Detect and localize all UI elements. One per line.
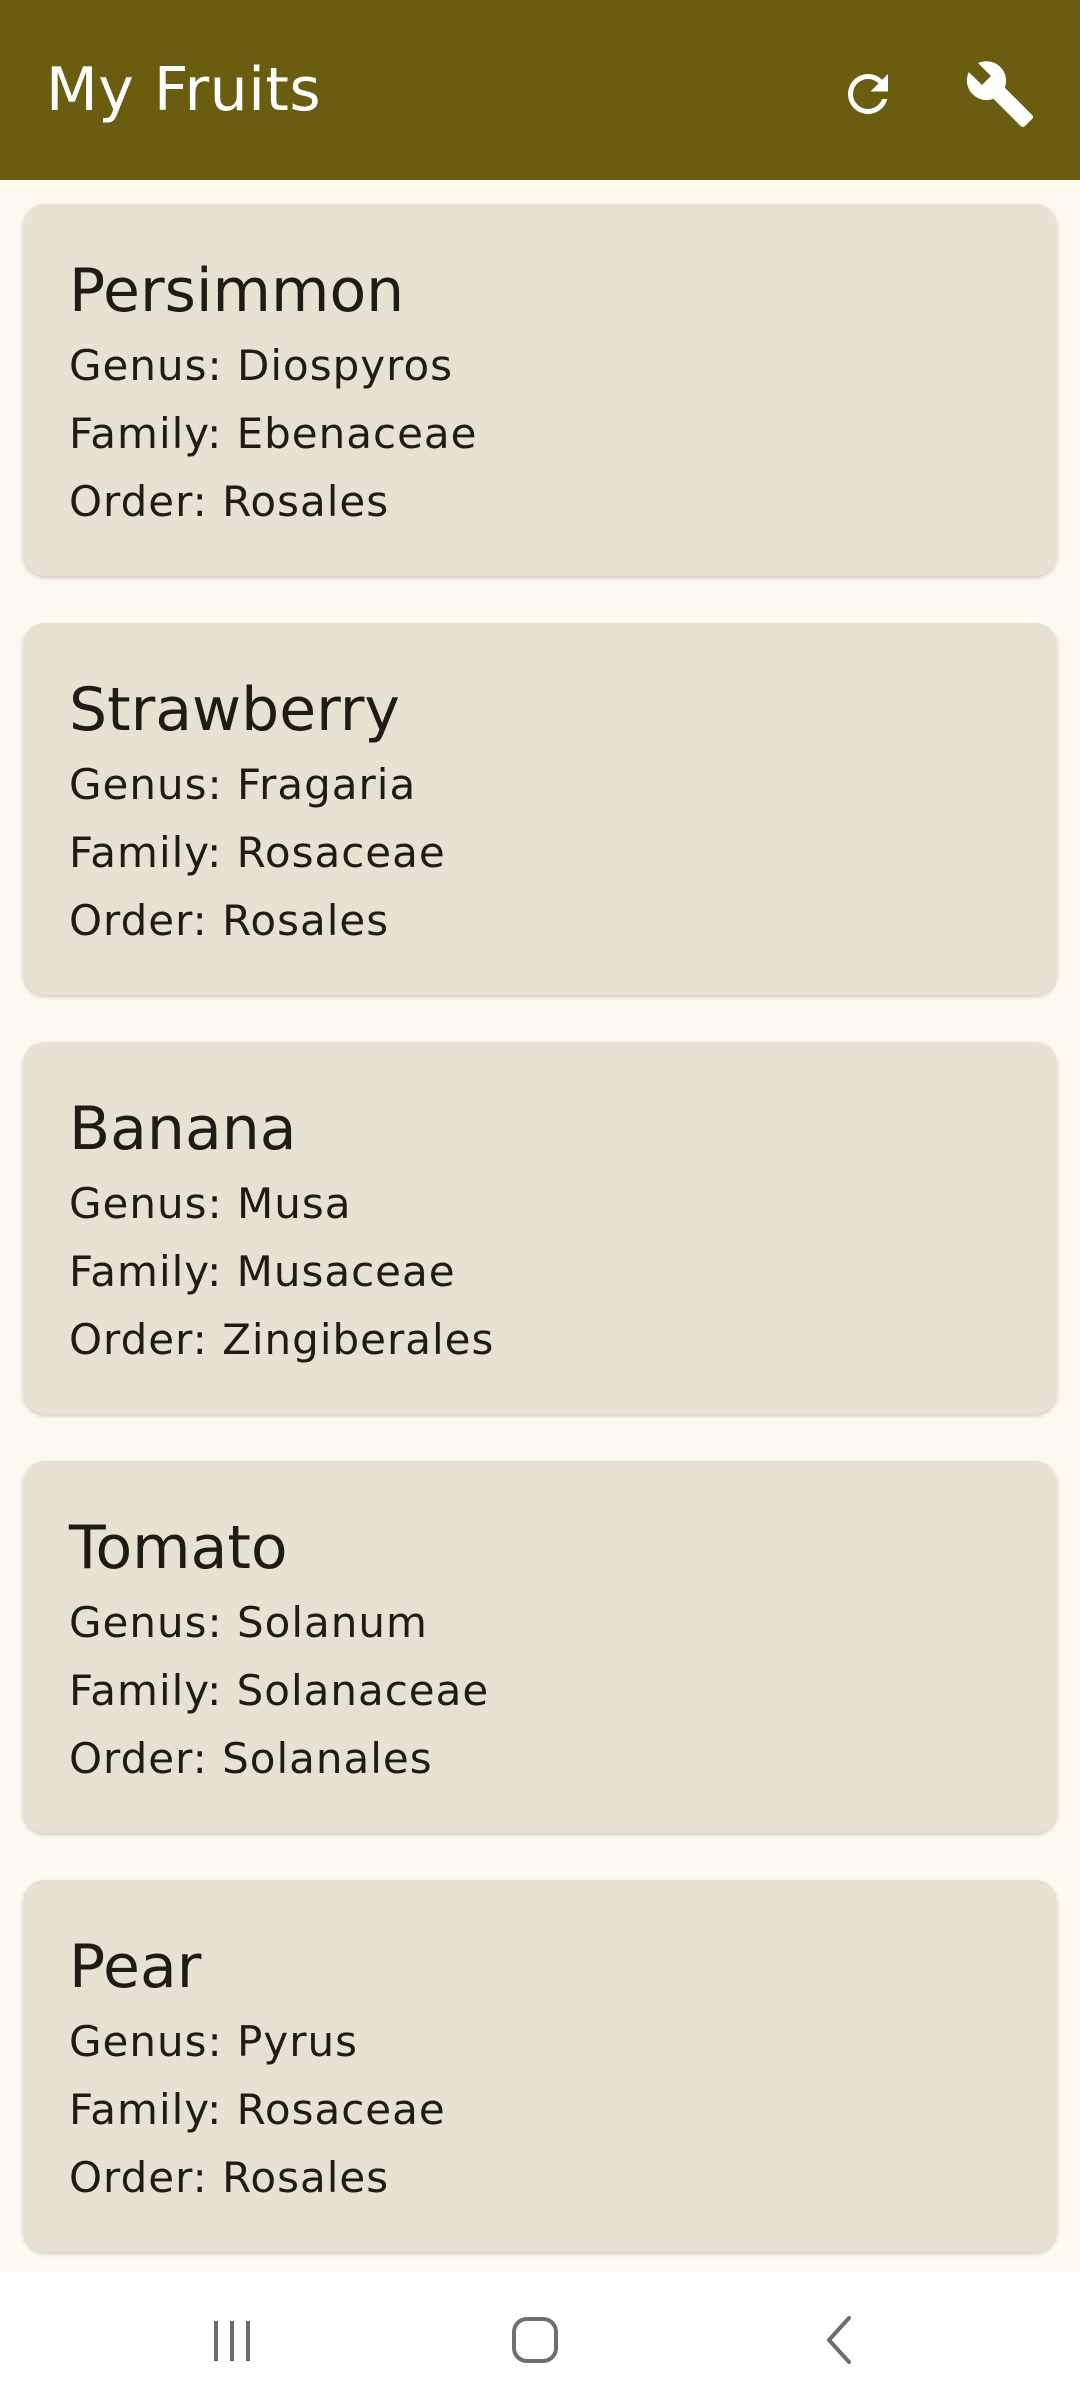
fruit-card-tomato[interactable]: Tomato Genus: Solanum Family: Solanaceae…: [23, 1461, 1057, 1833]
fruit-order: Order: Solanales: [69, 1734, 433, 1783]
fruit-order: Order: Rosales: [69, 477, 390, 526]
fruit-card-pear[interactable]: Pear Genus: Pyrus Family: Rosaceae Order…: [23, 1880, 1057, 2252]
back-button[interactable]: [779, 2292, 899, 2388]
fruit-genus: Genus: Diospyros: [69, 341, 454, 390]
fruit-card-banana[interactable]: Banana Genus: Musa Family: Musaceae Orde…: [23, 1042, 1057, 1414]
settings-button[interactable]: [952, 46, 1048, 142]
system-navigation-bar: [0, 2272, 1080, 2408]
fruit-genus: Genus: Musa: [69, 1179, 352, 1228]
wrench-icon: [966, 61, 1033, 127]
fruit-name: Tomato: [69, 1513, 288, 1583]
home-icon: [512, 2317, 558, 2363]
fruit-order: Order: Zingiberales: [69, 1315, 495, 1364]
fruit-genus: Genus: Fragaria: [69, 760, 417, 809]
back-icon: [827, 2316, 851, 2364]
fruit-name: Pear: [69, 1932, 202, 2002]
fruit-name: Persimmon: [69, 256, 405, 326]
fruit-name: Banana: [69, 1094, 297, 1164]
top-app-bar: My Fruits: [0, 0, 1080, 180]
fruit-family: Family: Rosaceae: [69, 828, 446, 877]
home-button[interactable]: [475, 2292, 595, 2388]
fruit-family: Family: Ebenaceae: [69, 409, 478, 458]
fruit-genus: Genus: Solanum: [69, 1598, 428, 1647]
fruit-family: Family: Rosaceae: [69, 2085, 446, 2134]
fruit-card-strawberry[interactable]: Strawberry Genus: Fragaria Family: Rosac…: [23, 623, 1057, 995]
fruit-family: Family: Solanaceae: [69, 1666, 490, 1715]
app-title: My Fruits: [46, 55, 322, 125]
fruit-family: Family: Musaceae: [69, 1247, 456, 1296]
fruit-list[interactable]: Persimmon Genus: Diospyros Family: Ebena…: [0, 180, 1080, 2272]
fruit-order: Order: Rosales: [69, 896, 390, 945]
fruit-genus: Genus: Pyrus: [69, 2017, 358, 2066]
refresh-icon: [847, 73, 888, 114]
recents-button[interactable]: [173, 2292, 293, 2388]
fruit-name: Strawberry: [69, 675, 400, 745]
app-screen: My Fruits Persimmon Genus: Diospyros Fam…: [0, 0, 1080, 2408]
fruit-card-persimmon[interactable]: Persimmon Genus: Diospyros Family: Ebena…: [23, 204, 1057, 576]
fruit-order: Order: Rosales: [69, 2153, 390, 2202]
recents-icon: [214, 2321, 250, 2361]
refresh-button[interactable]: [820, 46, 916, 142]
